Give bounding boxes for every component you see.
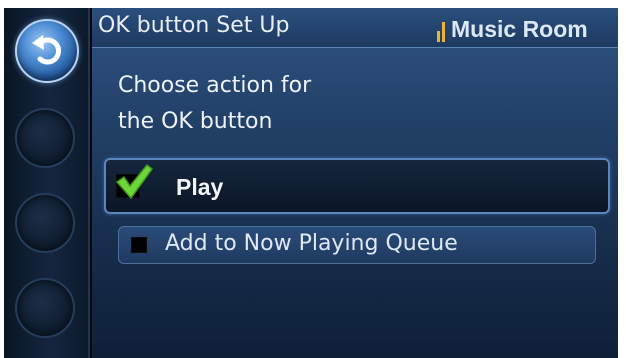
rail-button-1[interactable] [15,108,75,168]
option-label-play: Play [176,174,224,200]
checkbox-add-to-queue[interactable] [131,237,147,253]
rail-button-3[interactable] [15,278,75,338]
option-play[interactable]: Play [104,158,610,214]
zone-name: Music Room [451,16,588,42]
page-title: OK button Set Up [98,13,290,38]
left-rail [4,8,90,358]
back-button[interactable] [15,19,79,83]
prompt-line-1: Choose action for [118,73,312,98]
screen: OK button Set Up Music Room Choose actio… [4,8,618,358]
back-arrow-icon [32,35,61,65]
signal-strength-icon [437,22,447,42]
header-bar: OK button Set Up Music Room [92,8,618,48]
prompt-text: Choose action for the OK button [118,68,418,140]
option-label-add-to-queue: Add to Now Playing Queue [165,231,458,256]
main-panel: OK button Set Up Music Room Choose actio… [92,8,618,358]
checkmark-icon [115,163,154,200]
rail-button-2[interactable] [15,193,75,253]
device-frame: OK button Set Up Music Room Choose actio… [0,0,626,358]
prompt-line-2: the OK button [118,109,273,134]
option-add-to-queue[interactable]: Add to Now Playing Queue [118,226,596,264]
